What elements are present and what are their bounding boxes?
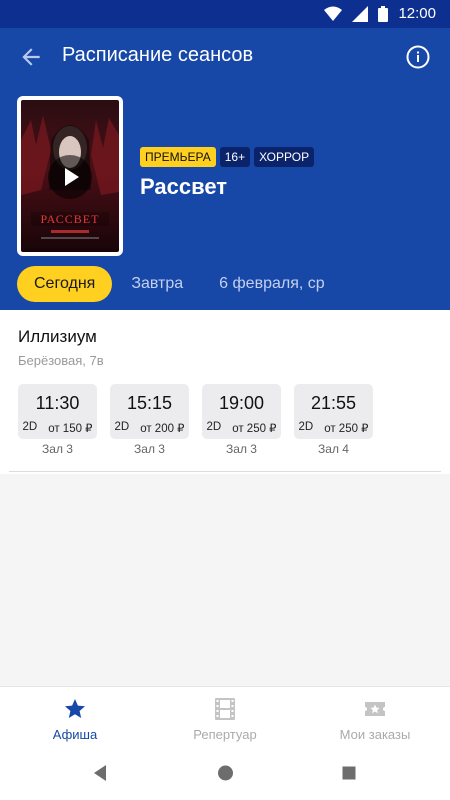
play-trailer-button[interactable] — [48, 155, 92, 199]
session-time: 11:30 — [35, 393, 80, 413]
tab-feb-6[interactable]: 6 февраля, ср — [202, 266, 342, 302]
nav-item-my-orders[interactable]: Мои заказы — [300, 687, 450, 750]
system-navigation-bar — [0, 750, 450, 800]
movie-poster[interactable]: РАССВЕТ — [17, 96, 123, 256]
schedule-header: Расписание сеансов РАССВЕТ ПРЕМЬЕРА 16+ … — [0, 28, 450, 310]
session-hall: Зал 3 — [134, 442, 165, 456]
star-icon — [65, 699, 85, 718]
tab-tomorrow[interactable]: Завтра — [114, 266, 200, 302]
session-format: 2D — [298, 421, 314, 433]
nav-item-repertoire[interactable]: Репертуар — [150, 687, 300, 750]
page-title: Расписание сеансов — [62, 44, 254, 66]
session-format: 2D — [206, 421, 222, 433]
recents-square-icon[interactable] — [341, 764, 357, 782]
signal-icon — [352, 5, 369, 22]
session-time: 15:15 — [126, 393, 173, 413]
cinema-card: Иллизиум Берёзовая, 7в 11:30 2D от 150 ₽… — [0, 310, 450, 474]
cinema-name[interactable]: Иллизиум — [18, 327, 97, 347]
session-price: от 250 ₽ — [324, 423, 369, 435]
session-button[interactable]: 15:15 2D от 200 ₽ — [110, 384, 189, 439]
status-bar: 12:00 — [0, 0, 450, 28]
movie-badges: ПРЕМЬЕРА 16+ ХОРРОР — [140, 147, 315, 167]
session-hall: Зал 4 — [318, 442, 349, 456]
movie-title: Рассвет — [140, 174, 228, 199]
nav-label: Афиша — [52, 727, 98, 742]
genre-badge: ХОРРОР — [254, 147, 315, 167]
info-icon[interactable] — [406, 45, 430, 69]
session-hall: Зал 3 — [42, 442, 73, 456]
poster-title: РАССВЕТ — [41, 212, 100, 226]
session-item: 11:30 2D от 150 ₽ Зал 3 — [18, 384, 97, 456]
nav-label: Мои заказы — [339, 727, 411, 742]
battery-icon — [378, 5, 389, 22]
nav-label: Репертуар — [193, 727, 257, 742]
film-icon — [215, 698, 235, 720]
session-button[interactable]: 21:55 2D от 250 ₽ — [294, 384, 373, 439]
divider — [9, 471, 441, 472]
nav-item-afisha[interactable]: Афиша — [0, 687, 150, 750]
cinema-address: Берёзовая, 7в — [18, 353, 104, 368]
play-icon — [65, 168, 79, 186]
status-time: 12:00 — [398, 5, 436, 22]
session-format: 2D — [114, 421, 130, 433]
home-circle-icon[interactable] — [217, 764, 234, 782]
session-list: 11:30 2D от 150 ₽ Зал 3 15:15 2D от 200 … — [18, 384, 373, 456]
session-format: 2D — [22, 421, 38, 433]
session-price: от 200 ₽ — [140, 423, 185, 435]
back-triangle-icon[interactable] — [92, 764, 108, 782]
date-tabs: Сегодня Завтра 6 февраля, ср — [17, 266, 344, 302]
session-time: 19:00 — [218, 393, 265, 413]
wifi-icon — [324, 6, 343, 21]
session-hall: Зал 3 — [226, 442, 257, 456]
premiere-badge: ПРЕМЬЕРА — [140, 147, 216, 167]
session-time: 21:55 — [310, 393, 357, 413]
session-item: 19:00 2D от 250 ₽ Зал 3 — [202, 384, 281, 456]
session-button[interactable]: 11:30 2D от 150 ₽ — [18, 384, 97, 439]
session-price: от 150 ₽ — [48, 423, 93, 435]
age-rating-badge: 16+ — [219, 147, 251, 167]
poster-image: РАССВЕТ — [21, 100, 119, 252]
ticket-icon — [365, 702, 385, 716]
tab-today[interactable]: Сегодня — [17, 266, 113, 302]
session-item: 15:15 2D от 200 ₽ Зал 3 — [110, 384, 189, 456]
session-price: от 250 ₽ — [232, 423, 277, 435]
session-button[interactable]: 19:00 2D от 250 ₽ — [202, 384, 281, 439]
bottom-navigation: Афиша Репертуар Мои заказы — [0, 686, 450, 750]
arrow-back-icon[interactable] — [18, 44, 44, 70]
session-item: 21:55 2D от 250 ₽ Зал 4 — [294, 384, 373, 456]
